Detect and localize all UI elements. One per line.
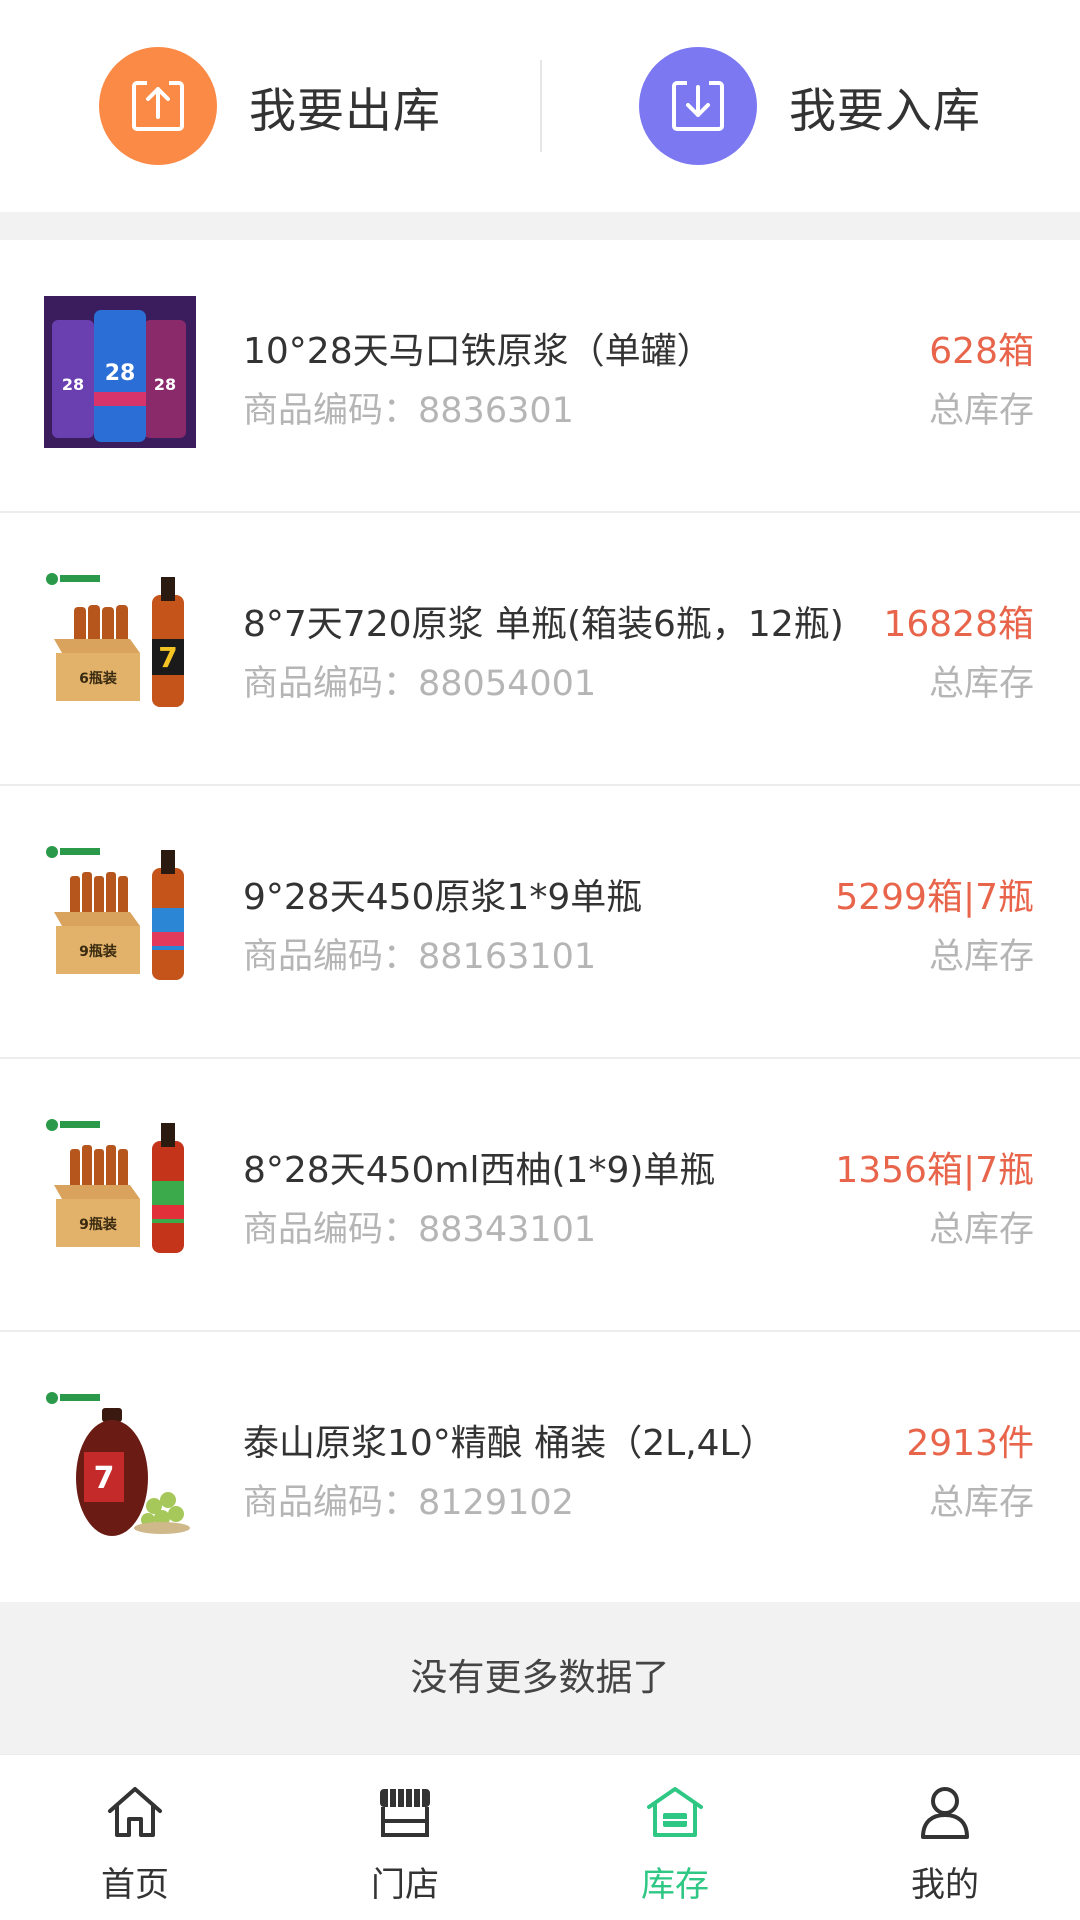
download-box-icon: [639, 47, 757, 165]
product-code-value: 8129102: [418, 1483, 574, 1523]
outbound-label: 我要出库: [249, 83, 441, 139]
product-keg-image: 7: [46, 1392, 190, 1536]
box-label-text: 6瓶装: [79, 670, 118, 687]
svg-text:7: 7: [94, 1461, 115, 1496]
product-code-value: 88343101: [418, 1210, 597, 1250]
product-code-value: 88163101: [418, 937, 597, 977]
can-badge-left: 28: [62, 375, 84, 394]
bottom-tab-bar: 首页 门店 库存 我的: [0, 1754, 1080, 1920]
product-name: 10°28天马口铁原浆（单罐）: [243, 331, 713, 372]
product-name: 9°28天450原浆1*9单瓶: [243, 877, 643, 918]
stock-quantity: 1356箱|7瓶: [835, 1150, 1034, 1191]
can-badge-center: 28: [105, 361, 136, 386]
box-label-text: 9瓶装: [79, 1216, 118, 1233]
tab-inventory[interactable]: 库存: [540, 1755, 810, 1920]
product-code: 商品编码：88054001: [243, 655, 596, 706]
product-row[interactable]: 9瓶装 8°28天450ml西柚(1*9)单瓶 商品编码：88343101 13…: [0, 1059, 1080, 1332]
stock-quantity: 16828箱: [883, 604, 1034, 645]
tab-store[interactable]: 门店: [270, 1755, 540, 1920]
product-box-image: 9瓶装: [46, 846, 184, 980]
product-code: 商品编码：8836301: [243, 382, 574, 433]
upload-box-icon: [99, 47, 217, 165]
tab-store-label: 门店: [371, 1865, 439, 1905]
inbound-button[interactable]: 我要入库: [540, 0, 1080, 212]
section-gap: [0, 212, 1080, 240]
product-code-label: 商品编码：: [243, 1210, 419, 1250]
tab-profile[interactable]: 我的: [810, 1755, 1080, 1920]
stock-quantity: 628箱: [929, 331, 1034, 372]
store-icon: [380, 1789, 430, 1837]
product-code-label: 商品编码：: [243, 937, 419, 977]
stock-label: 总库存: [928, 391, 1034, 431]
tab-inventory-label: 库存: [641, 1865, 709, 1905]
product-code-label: 商品编码：: [243, 1483, 419, 1523]
stock-label: 总库存: [928, 937, 1034, 977]
home-icon: [108, 1787, 162, 1837]
product-name: 泰山原浆10°精酿 桶装（2L,4L）: [243, 1423, 776, 1464]
can-badge-right: 28: [154, 375, 176, 394]
tab-home-label: 首页: [101, 1865, 169, 1905]
stock-label: 总库存: [928, 1483, 1034, 1523]
svg-text:7: 7: [158, 641, 177, 674]
action-bar: 我要出库 我要入库: [0, 0, 1080, 212]
product-list: 28 28 28 10°28天马口铁原浆（单罐） 商品编码：8836301 62…: [0, 240, 1080, 1605]
no-more-data: 没有更多数据了: [0, 1602, 1080, 1754]
inventory-icon: [647, 1787, 703, 1837]
tab-profile-label: 我的: [911, 1865, 979, 1905]
outbound-button[interactable]: 我要出库: [0, 0, 540, 212]
product-box-image: 6瓶装 7: [46, 573, 184, 707]
product-code-value: 8836301: [418, 391, 574, 431]
product-row[interactable]: 6瓶装 7 8°7天720原浆 单瓶(箱装6瓶，12瓶) 商品编码：880540…: [0, 513, 1080, 786]
product-code-label: 商品编码：: [243, 391, 419, 431]
product-cans-image: 28 28 28: [44, 296, 196, 448]
product-code: 商品编码：88343101: [243, 1201, 596, 1252]
product-row[interactable]: 9瓶装 9°28天450原浆1*9单瓶 商品编码：88163101 5299箱|…: [0, 786, 1080, 1059]
inventory-page: 我要出库 我要入库 28 28 28 10°28天马口铁原浆（单罐） 商品编码：…: [0, 0, 1080, 1920]
product-name: 8°7天720原浆 单瓶(箱装6瓶，12瓶): [243, 604, 844, 645]
user-icon: [921, 1787, 969, 1839]
product-code-value: 88054001: [418, 664, 597, 704]
product-box-image: 9瓶装: [46, 1119, 184, 1253]
product-code: 商品编码：8129102: [243, 1474, 574, 1525]
product-code: 商品编码：88163101: [243, 928, 596, 979]
inbound-label: 我要入库: [789, 83, 981, 139]
product-row[interactable]: 7 泰山原浆10°精酿 桶装（2L,4L） 商品编码：8129102 2913件…: [0, 1332, 1080, 1605]
product-row[interactable]: 28 28 28 10°28天马口铁原浆（单罐） 商品编码：8836301 62…: [0, 240, 1080, 513]
stock-quantity: 2913件: [906, 1423, 1034, 1464]
stock-label: 总库存: [928, 1210, 1034, 1250]
stock-label: 总库存: [928, 664, 1034, 704]
stock-quantity: 5299箱|7瓶: [835, 877, 1034, 918]
action-divider: [540, 60, 542, 152]
product-code-label: 商品编码：: [243, 664, 419, 704]
box-label-text: 9瓶装: [79, 943, 118, 960]
no-more-text: 没有更多数据了: [410, 1656, 670, 1699]
tab-home[interactable]: 首页: [0, 1755, 270, 1920]
product-name: 8°28天450ml西柚(1*9)单瓶: [243, 1150, 716, 1191]
